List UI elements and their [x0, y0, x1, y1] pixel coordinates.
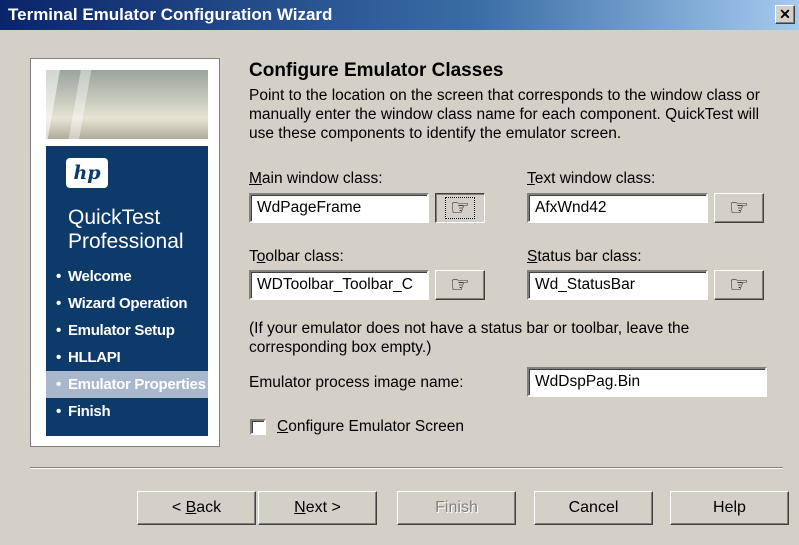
process-image-label: Emulator process image name:: [249, 374, 464, 391]
empty-box-note: (If your emulator does not have a status…: [249, 320, 690, 356]
step-hllapi: • HLLAPI: [56, 349, 121, 366]
divider: [30, 467, 783, 469]
close-button[interactable]: ✕: [775, 5, 795, 24]
pointing-hand-icon: ☞: [729, 195, 749, 220]
main-window-pointer-button[interactable]: ☞: [435, 193, 485, 223]
text-window-class-input[interactable]: AfxWnd42: [527, 193, 708, 223]
back-button[interactable]: < Back: [137, 491, 256, 525]
step-welcome: • Welcome: [56, 268, 132, 285]
title-bar: Terminal Emulator Configuration Wizard ✕: [0, 0, 799, 30]
step-finish: • Finish: [56, 403, 111, 420]
toolbar-class-input[interactable]: WDToolbar_Toolbar_C: [249, 270, 429, 300]
main-window-class-label: Main window class:: [249, 170, 383, 187]
step-emulator-properties: • Emulator Properties: [46, 371, 208, 398]
close-icon: ✕: [779, 6, 791, 22]
toolbar-class-label: Toolbar class:: [249, 248, 344, 265]
configure-screen-checkbox[interactable]: [250, 419, 266, 435]
next-button[interactable]: Next >: [258, 491, 377, 525]
pointing-hand-icon: ☞: [729, 272, 749, 297]
finish-button[interactable]: Finish: [397, 491, 516, 525]
page-description: Point to the location on the screen that…: [249, 87, 760, 142]
cancel-button[interactable]: Cancel: [534, 491, 653, 525]
wizard-step-list: • Welcome • Wizard Operation • Emulator Set…: [46, 263, 208, 425]
configure-screen-label[interactable]: Configure Emulator Screen: [277, 418, 464, 436]
banner-image: [46, 70, 208, 139]
status-bar-pointer-button[interactable]: ☞: [714, 270, 764, 300]
status-bar-class-label: Status bar class:: [527, 248, 642, 265]
toolbar-pointer-button[interactable]: ☞: [435, 270, 485, 300]
step-emulator-setup: • Emulator Setup: [56, 322, 175, 339]
text-window-pointer-button[interactable]: ☞: [714, 193, 764, 223]
main-window-class-input[interactable]: WdPageFrame: [249, 193, 429, 223]
product-name: QuickTest Professional: [68, 206, 208, 254]
window-title: Terminal Emulator Configuration Wizard: [8, 5, 333, 24]
wizard-side-panel: hp QuickTest Professional • Welcome • Wiza…: [30, 58, 220, 447]
wizard-steps-panel: hp QuickTest Professional • Welcome • Wiza…: [46, 146, 208, 436]
process-image-input[interactable]: WdDspPag.Bin: [527, 367, 767, 397]
status-bar-class-input[interactable]: Wd_StatusBar: [527, 270, 708, 300]
hp-logo: hp: [66, 158, 108, 188]
help-button[interactable]: Help: [670, 491, 789, 525]
page-title: Configure Emulator Classes: [249, 60, 504, 81]
text-window-class-label: Text window class:: [527, 170, 656, 187]
step-wizard-operation: • Wizard Operation: [56, 295, 188, 312]
pointing-hand-icon: ☞: [450, 272, 470, 297]
pointing-hand-icon: ☞: [445, 197, 475, 219]
product-name-line2: Professional: [68, 230, 184, 253]
product-name-line1: QuickTest: [68, 206, 161, 229]
